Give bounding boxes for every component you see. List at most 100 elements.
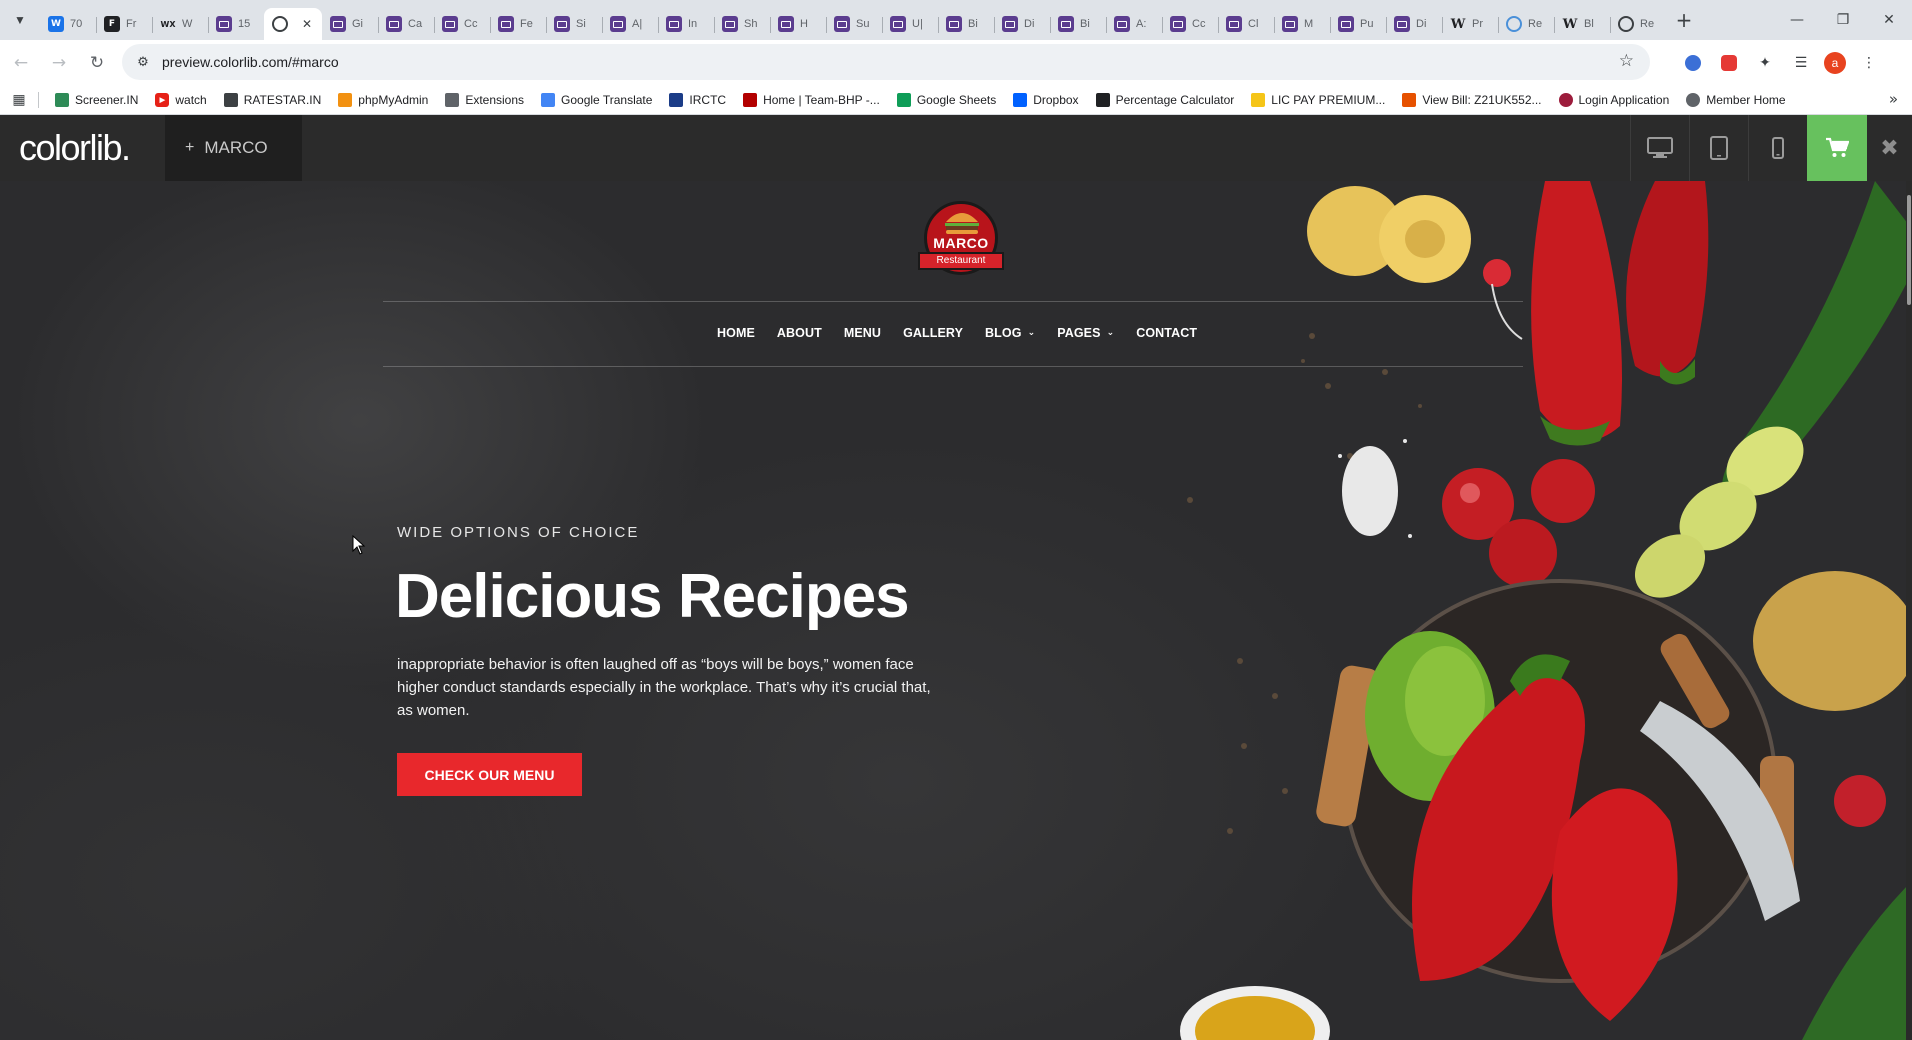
tab-icon-colorlib [330,16,346,32]
scrollbar-thumb[interactable] [1907,195,1911,305]
browser-tab[interactable]: Fe [490,8,546,40]
bookmark-label: LIC PAY PREMIUM... [1271,92,1386,107]
profile-avatar[interactable]: a [1824,51,1846,74]
nav-item-home[interactable]: HOME [706,326,766,340]
burger-icon [945,213,979,234]
browser-tab[interactable]: W 70 [40,8,96,40]
theme-switcher[interactable]: + MARCO [165,115,302,181]
browser-tab[interactable]: Su [826,8,882,40]
browser-tab[interactable]: W Bl [1554,8,1610,40]
nav-item-label: HOME [717,326,755,340]
tablet-view-button[interactable] [1689,115,1748,181]
browser-tab[interactable]: H [770,8,826,40]
bookmark-item[interactable]: Member Home [1678,88,1794,112]
extension-blue-icon[interactable] [1680,50,1706,76]
browser-tab[interactable]: Gi [322,8,378,40]
browser-tab[interactable]: Cc [434,8,490,40]
nav-item-pages[interactable]: PAGES ⌄ [1046,326,1125,340]
bookmark-label: View Bill: Z21UK552... [1422,92,1542,107]
reload-button[interactable]: ↻ [80,46,114,80]
tab-close-icon[interactable]: ✕ [302,17,312,31]
browser-tab[interactable]: U| [882,8,938,40]
media-controls-icon[interactable]: ☰ [1788,50,1814,76]
new-tab-button[interactable]: + [1666,0,1702,40]
browser-tab[interactable]: A| [602,8,658,40]
browser-tab[interactable]: Cc [1162,8,1218,40]
bookmark-star-icon[interactable]: ☆ [1619,51,1634,71]
arrow-right-icon: → [51,52,67,73]
plus-icon: + [1675,8,1693,32]
sheets-icon [896,92,911,107]
browser-tab[interactable]: Ca [378,8,434,40]
browser-tab[interactable]: F Fr [96,8,152,40]
nav-item-menu[interactable]: MENU [833,326,892,340]
hero-description: inappropriate behavior is often laughed … [397,656,931,719]
close-preview-button[interactable]: ✖ [1867,115,1912,181]
colorlib-logo[interactable]: colorlib. [19,127,165,169]
browser-tab[interactable]: M [1274,8,1330,40]
browser-tab[interactable]: 15 [208,8,264,40]
browser-tab[interactable]: A: [1106,8,1162,40]
bookmark-label: IRCTC [689,92,727,107]
browser-tab[interactable]: W Pr [1442,8,1498,40]
browser-tab[interactable]: WX W [152,8,208,40]
check-menu-button[interactable]: CHECK OUR MENU [397,753,582,796]
browser-tab[interactable]: In [658,8,714,40]
more-menu-icon[interactable]: ⋮ [1856,50,1882,76]
buy-theme-button[interactable] [1807,115,1867,181]
screener-icon [55,92,69,107]
forward-button[interactable]: → [42,46,76,80]
mouse-cursor-icon [352,535,366,555]
tab-title: Sh [744,18,758,30]
browser-tab-active[interactable]: ✕ [264,8,322,40]
bookmark-item[interactable]: Login Application [1551,88,1679,112]
logo-tagline: Restaurant [918,252,1004,270]
restore-button[interactable]: ❐ [1820,0,1866,40]
bookmark-item[interactable]: View Bill: Z21UK552... [1394,88,1550,112]
browser-tab[interactable]: Cl [1218,8,1274,40]
bookmark-item[interactable]: Dropbox [1005,88,1087,112]
bookmark-item[interactable]: ▶ watch [147,88,215,112]
browser-tab[interactable]: Re [1498,8,1554,40]
browser-tab[interactable]: Pu [1330,8,1386,40]
bookmark-item[interactable]: Home | Team-BHP -... [735,88,889,112]
site-info-button[interactable]: ⚙ [128,47,158,77]
nav-item-blog[interactable]: BLOG ⌄ [974,326,1046,340]
site-logo[interactable]: MARCO Restaurant [916,201,1006,283]
nav-item-contact[interactable]: CONTACT [1125,326,1208,340]
bookmark-item[interactable]: Screener.IN [47,88,147,112]
browser-tab[interactable]: Sh [714,8,770,40]
bookmark-item[interactable]: phpMyAdmin [330,88,437,112]
url-text[interactable]: preview.colorlib.com/#marco [162,54,339,70]
back-button[interactable]: ← [4,46,38,80]
apps-grid-icon[interactable]: ▦ [0,92,38,108]
bookmark-item[interactable]: IRCTC [661,88,735,112]
desktop-view-button[interactable] [1630,115,1689,181]
bookmark-item[interactable]: Extensions [437,88,533,112]
mobile-view-button[interactable] [1748,115,1807,181]
calculator-icon [1095,92,1110,107]
bookmark-item[interactable]: Percentage Calculator [1088,88,1244,112]
browser-tab[interactable]: Re [1610,8,1666,40]
extensions-puzzle-icon[interactable]: ✦ [1752,50,1778,76]
browser-tab[interactable]: Si [546,8,602,40]
address-bar[interactable]: ⚙ preview.colorlib.com/#marco ☆ [122,44,1650,80]
more-bookmarks-icon[interactable]: » [1889,90,1898,108]
tab-search-button[interactable]: ▼ [0,0,40,40]
nav-item-about[interactable]: ABOUT [766,326,833,340]
bookmark-item[interactable]: LIC PAY PREMIUM... [1243,88,1394,112]
page-scrollbar[interactable] [1906,181,1912,1040]
bookmark-item[interactable]: RATESTAR.IN [216,88,331,112]
nav-item-gallery[interactable]: GALLERY [892,326,974,340]
extension-red-shield-icon[interactable] [1716,50,1742,76]
tab-icon-colorlib [946,16,962,32]
bookmark-item[interactable]: Google Sheets [889,88,1005,112]
browser-tab[interactable]: Di [1386,8,1442,40]
minimize-button[interactable]: — [1774,0,1820,40]
close-window-button[interactable]: ✕ [1866,0,1912,40]
browser-tab[interactable]: Bi [1050,8,1106,40]
nav-item-label: MENU [843,326,882,340]
browser-tab[interactable]: Di [994,8,1050,40]
bookmark-item[interactable]: Google Translate [533,88,661,112]
browser-tab[interactable]: Bi [938,8,994,40]
